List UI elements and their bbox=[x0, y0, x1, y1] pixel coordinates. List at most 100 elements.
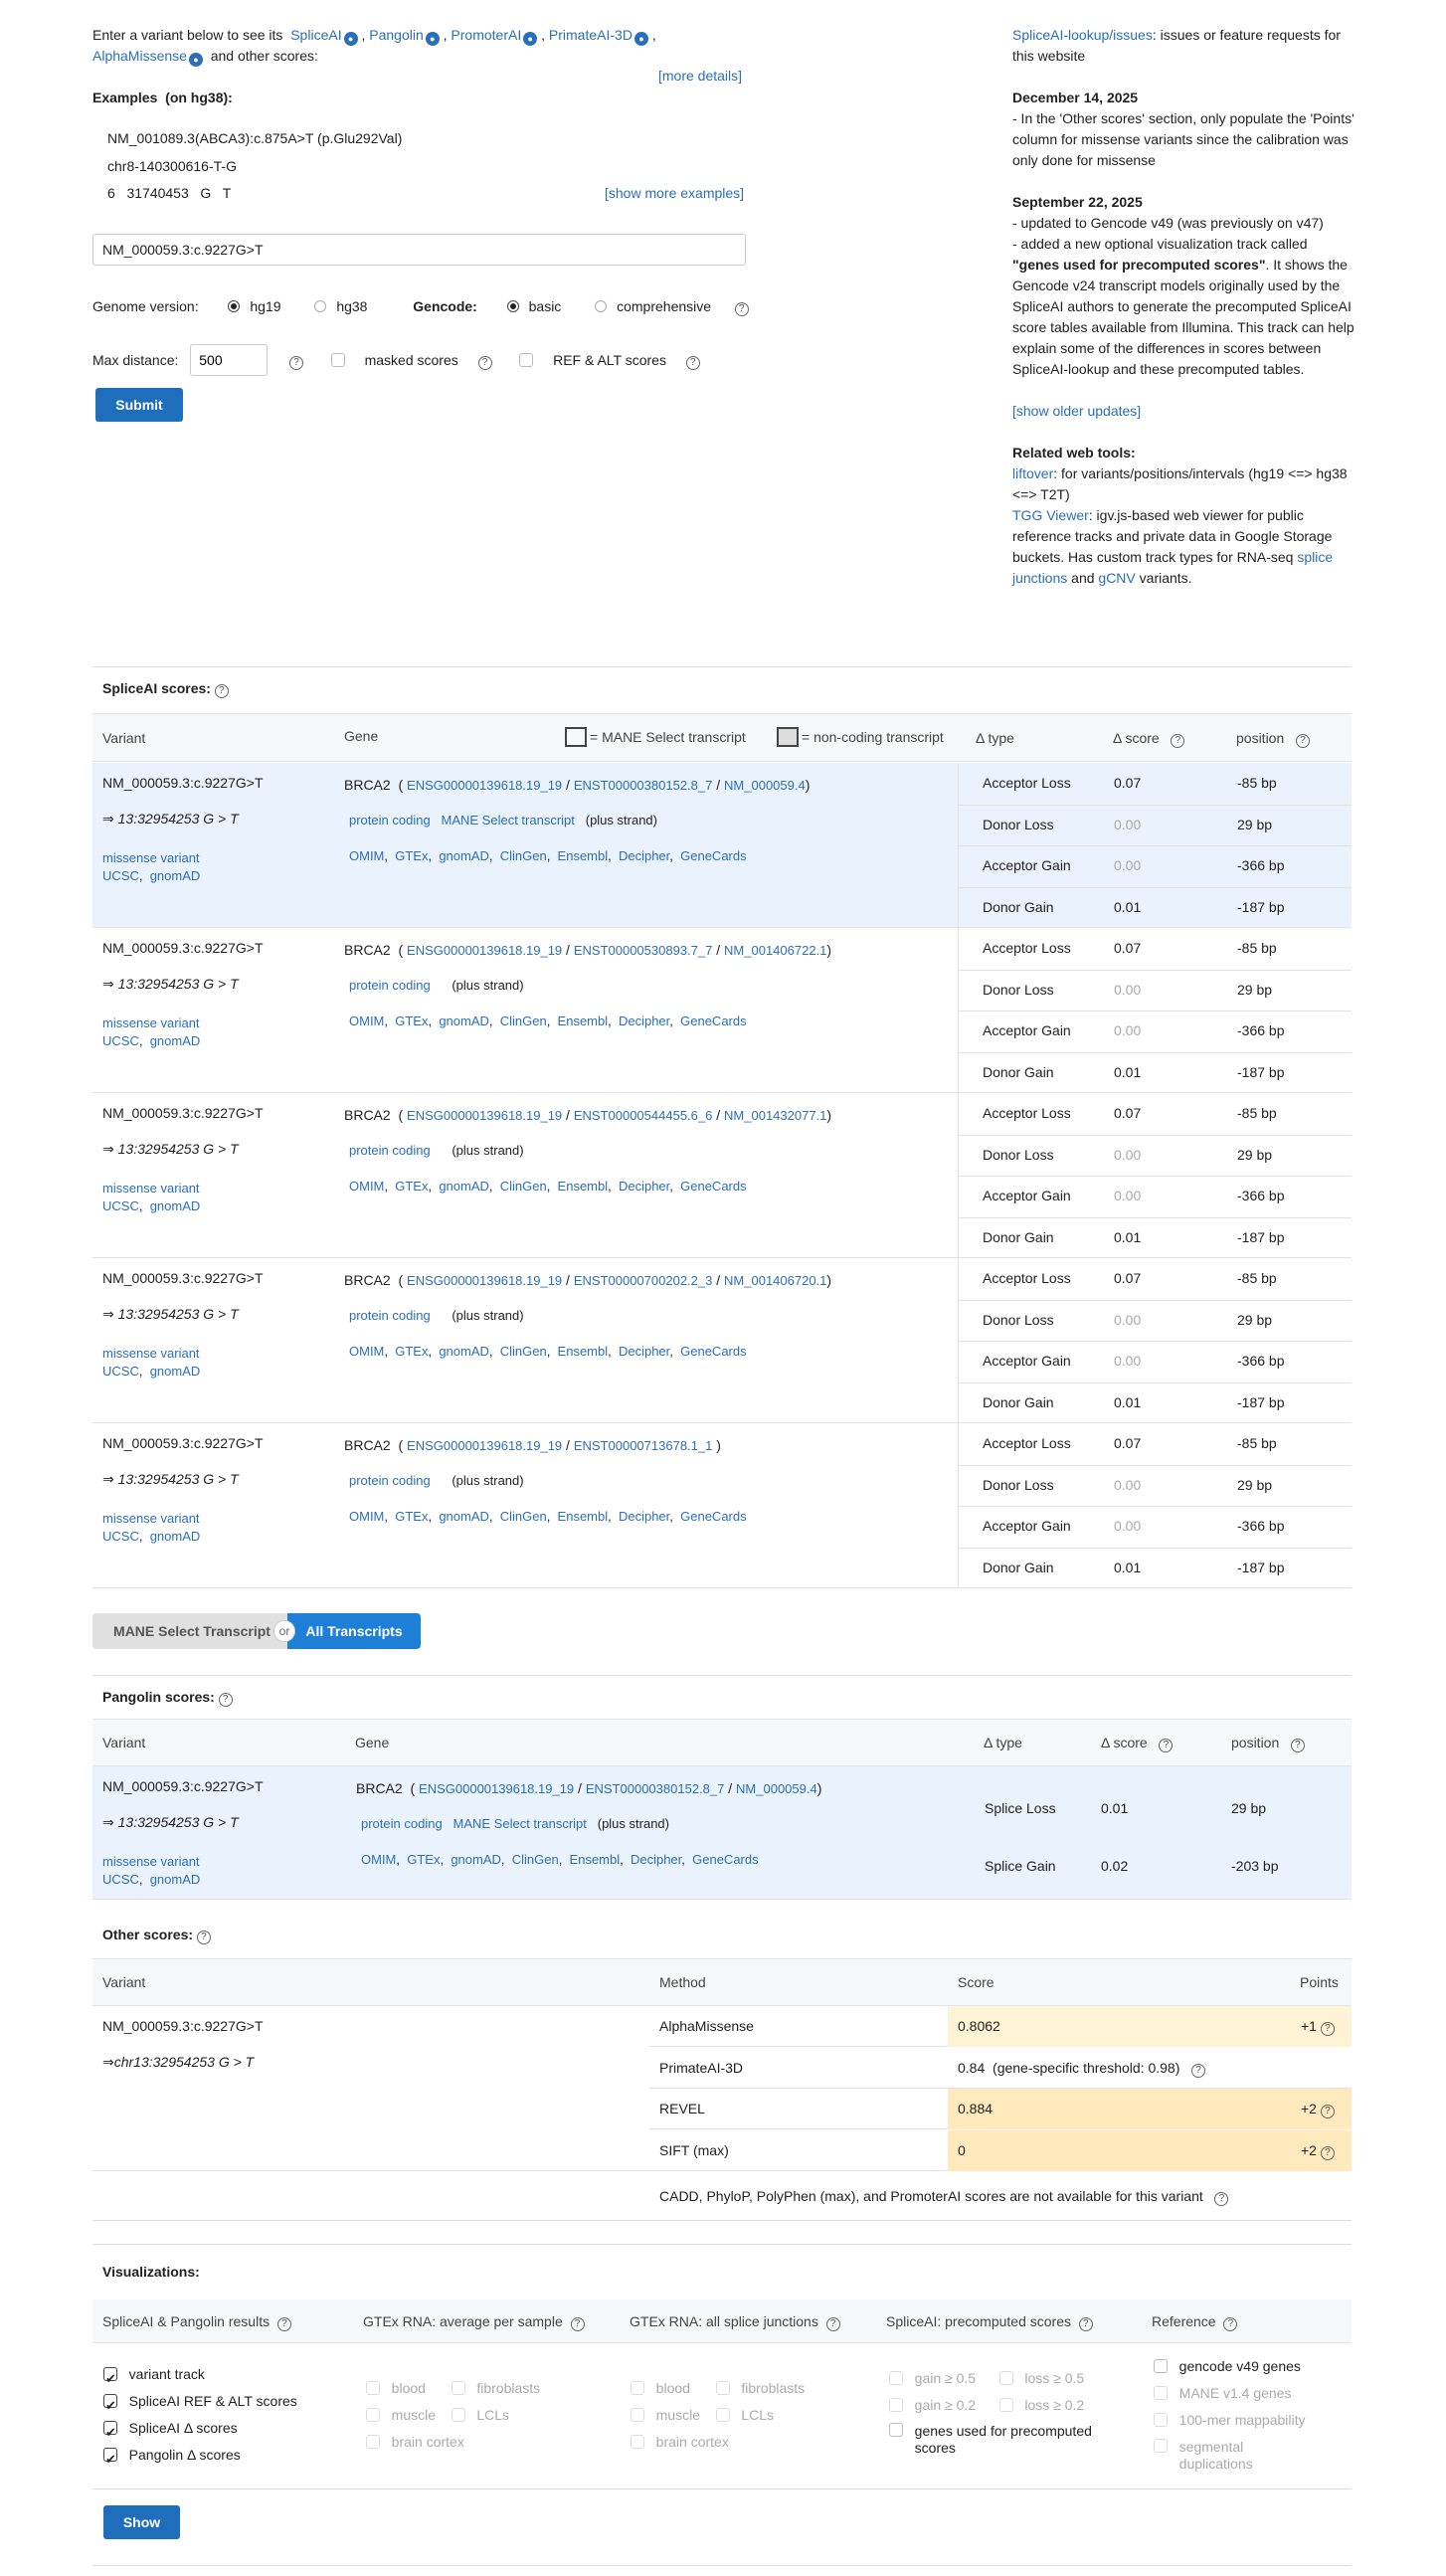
gtex-muscle-checkbox[interactable] bbox=[366, 2408, 380, 2422]
show-older-updates-link[interactable]: [show older updates] bbox=[1012, 403, 1141, 419]
gene-link[interactable]: Ensembl bbox=[558, 1179, 609, 1194]
help-icon[interactable]: ? bbox=[477, 356, 492, 370]
help-icon[interactable]: ? bbox=[1159, 1739, 1174, 1752]
mane-genes-checkbox[interactable] bbox=[1154, 2386, 1168, 2400]
tool-link-primateai[interactable]: PrimateAI-3D bbox=[549, 27, 633, 43]
gene-link[interactable]: Decipher bbox=[619, 848, 669, 863]
gtex-lcls-checkbox[interactable] bbox=[451, 2408, 465, 2422]
radio-basic[interactable] bbox=[506, 300, 519, 312]
consequence-link[interactable]: missense variant bbox=[102, 850, 200, 865]
gene-link[interactable]: GeneCards bbox=[680, 1013, 746, 1028]
help-icon[interactable]: ? bbox=[1214, 2192, 1229, 2206]
junction-fibroblasts-checkbox[interactable] bbox=[715, 2381, 730, 2395]
help-icon[interactable]: ? bbox=[734, 302, 749, 316]
biotype-link[interactable]: protein coding bbox=[349, 813, 431, 828]
help-icon[interactable]: ? bbox=[1320, 2145, 1335, 2160]
mane-select-toggle-button[interactable]: MANE Select Transcript bbox=[92, 1613, 291, 1649]
gain02-checkbox[interactable] bbox=[889, 2398, 903, 2412]
gtex-fibroblasts-checkbox[interactable] bbox=[451, 2381, 465, 2395]
gene-link[interactable]: GTEx bbox=[395, 1509, 428, 1524]
ucsc-link[interactable]: UCSC bbox=[102, 1033, 139, 1048]
omim-link[interactable]: OMIM bbox=[361, 1852, 396, 1867]
gnomad-link[interactable]: gnomAD bbox=[150, 1033, 201, 1048]
ucsc-link[interactable]: UCSC bbox=[102, 1364, 139, 1379]
gene-link[interactable]: ClinGen bbox=[500, 1509, 547, 1524]
consequence-link[interactable]: missense variant bbox=[102, 1015, 200, 1030]
tool-link-spliceai[interactable]: SpliceAI bbox=[290, 27, 341, 43]
help-icon[interactable]: ? bbox=[1290, 1739, 1305, 1752]
help-icon[interactable]: ? bbox=[289, 356, 304, 370]
gene-link[interactable]: OMIM bbox=[349, 1179, 384, 1194]
gene-link[interactable]: GTEx bbox=[395, 848, 428, 863]
decipher-link[interactable]: Decipher bbox=[631, 1852, 681, 1867]
ensg-link[interactable]: ENSG00000139618.19_19 bbox=[407, 778, 562, 793]
gene-link[interactable]: GeneCards bbox=[680, 848, 746, 863]
gene-link[interactable]: gnomAD bbox=[439, 1013, 489, 1028]
radio-hg19[interactable] bbox=[228, 300, 241, 312]
help-icon[interactable]: ? bbox=[1223, 2317, 1238, 2331]
gene-link[interactable]: Decipher bbox=[619, 1509, 669, 1524]
help-icon[interactable]: ? bbox=[570, 2317, 585, 2331]
help-icon[interactable]: ? bbox=[1191, 2063, 1206, 2078]
gene-link[interactable]: OMIM bbox=[349, 1344, 384, 1359]
variant-search-input[interactable] bbox=[92, 234, 746, 266]
tool-link-alphamissense[interactable]: AlphaMissense bbox=[92, 48, 187, 64]
gene-link[interactable]: Ensembl bbox=[558, 1509, 609, 1524]
gnomad-link[interactable]: gnomAD bbox=[150, 868, 201, 883]
gene-link[interactable]: GeneCards bbox=[680, 1509, 746, 1524]
ucsc-link[interactable]: UCSC bbox=[102, 1872, 139, 1887]
biotype-link[interactable]: protein coding bbox=[361, 1816, 443, 1831]
gene-link[interactable]: Ensembl bbox=[558, 1013, 609, 1028]
loss02-checkbox[interactable] bbox=[998, 2398, 1013, 2412]
enst-link[interactable]: ENST00000380152.8_7 bbox=[574, 778, 713, 793]
biotype-link[interactable]: protein coding bbox=[349, 978, 431, 993]
help-icon[interactable]: ? bbox=[1320, 2022, 1335, 2036]
mappability-checkbox[interactable] bbox=[1154, 2413, 1168, 2427]
help-icon[interactable]: ? bbox=[214, 684, 229, 698]
gene-link[interactable]: GTEx bbox=[395, 1013, 428, 1028]
ucsc-link[interactable]: UCSC bbox=[102, 868, 139, 883]
show-button[interactable]: Show bbox=[103, 2505, 180, 2539]
ensembl-link[interactable]: Ensembl bbox=[570, 1852, 621, 1867]
consequence-link[interactable]: missense variant bbox=[102, 1346, 200, 1361]
issues-link[interactable]: SpliceAI-lookup/issues bbox=[1012, 27, 1153, 43]
help-icon[interactable]: ? bbox=[218, 1693, 233, 1707]
gene-link[interactable]: OMIM bbox=[349, 1013, 384, 1028]
gene-link[interactable]: OMIM bbox=[349, 848, 384, 863]
junction-lcls-checkbox[interactable] bbox=[715, 2408, 730, 2422]
spliceai-ref-alt-checkbox[interactable] bbox=[103, 2392, 117, 2419]
ensg-link[interactable]: ENSG00000139618.19_19 bbox=[407, 1273, 562, 1288]
gene-link[interactable]: ClinGen bbox=[500, 1179, 547, 1194]
gtex-brain-checkbox[interactable] bbox=[366, 2435, 380, 2449]
help-icon[interactable]: ? bbox=[1320, 2105, 1335, 2118]
gene-link[interactable]: gnomAD bbox=[439, 1509, 489, 1524]
ucsc-link[interactable]: UCSC bbox=[102, 1198, 139, 1213]
gene-link[interactable]: ClinGen bbox=[500, 1344, 547, 1359]
enst-link[interactable]: ENST00000530893.7_7 bbox=[574, 943, 713, 958]
tool-link-promoterai[interactable]: PromoterAI bbox=[451, 27, 521, 43]
gain05-checkbox[interactable] bbox=[889, 2371, 903, 2385]
liftover-link[interactable]: liftover bbox=[1012, 465, 1053, 481]
all-transcripts-toggle-button[interactable]: All Transcripts bbox=[287, 1613, 421, 1649]
nm-link[interactable]: NM_001406722.1 bbox=[724, 943, 826, 958]
gene-link[interactable]: ClinGen bbox=[500, 848, 547, 863]
gene-link[interactable]: Decipher bbox=[619, 1013, 669, 1028]
junction-blood-checkbox[interactable] bbox=[631, 2381, 644, 2395]
gene-link[interactable]: ClinGen bbox=[500, 1013, 547, 1028]
gene-link[interactable]: Decipher bbox=[619, 1179, 669, 1194]
loss05-checkbox[interactable] bbox=[998, 2371, 1013, 2385]
gnomad-link[interactable]: gnomAD bbox=[150, 1529, 201, 1544]
help-icon[interactable]: ? bbox=[276, 2317, 291, 2331]
tool-link-pangolin[interactable]: Pangolin bbox=[369, 27, 424, 43]
ensg-link[interactable]: ENSG00000139618.19_19 bbox=[407, 1108, 562, 1123]
variant-track-checkbox[interactable] bbox=[103, 2365, 117, 2392]
masked-scores-checkbox[interactable] bbox=[330, 353, 345, 367]
example-item[interactable]: 6 31740453 G T bbox=[107, 185, 231, 201]
junction-brain-checkbox[interactable] bbox=[631, 2435, 644, 2449]
radio-hg38[interactable] bbox=[314, 300, 327, 312]
consequence-link[interactable]: missense variant bbox=[102, 1181, 200, 1196]
mane-link[interactable]: MANE Select transcript bbox=[453, 1816, 587, 1831]
biotype-link[interactable]: protein coding bbox=[349, 1473, 431, 1488]
ensg-link[interactable]: ENSG00000139618.19_19 bbox=[407, 1438, 562, 1453]
example-item[interactable]: NM_001089.3(ABCA3):c.875A>T (p.Glu292Val… bbox=[107, 130, 402, 146]
